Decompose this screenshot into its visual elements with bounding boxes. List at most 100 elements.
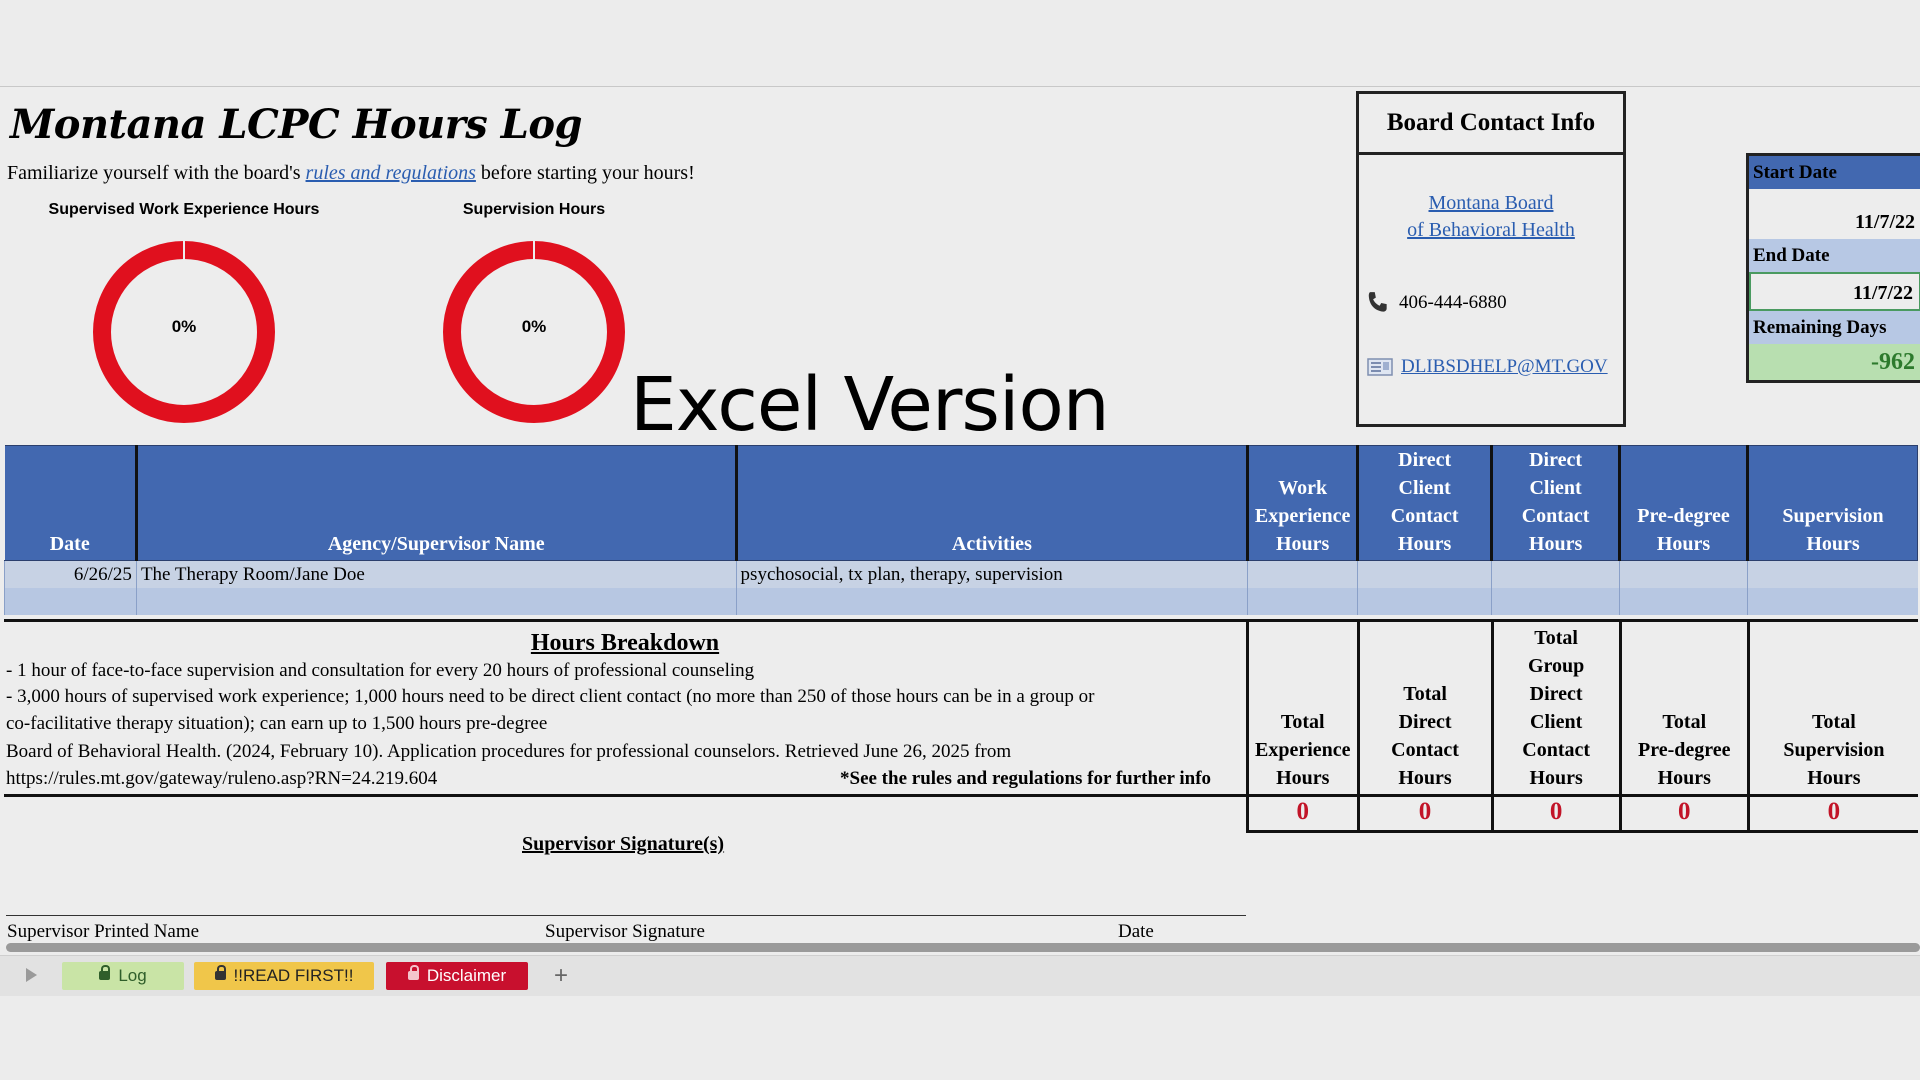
total-header-line: Direct xyxy=(1398,711,1452,733)
column-header[interactable]: Pre-degree Hours xyxy=(1618,445,1748,561)
breakdown-title: Hours Breakdown xyxy=(530,630,720,656)
table-row xyxy=(4,588,1918,615)
email-link[interactable]: DLIBSDHELP@MT.GOV xyxy=(1401,356,1608,378)
table-cell[interactable] xyxy=(1747,588,1918,615)
column-header[interactable]: Agency/Supervisor Name xyxy=(134,445,737,561)
table-cell[interactable] xyxy=(1357,560,1492,588)
intro-before: Familiarize yourself with the board's xyxy=(7,162,306,184)
total-header-text: Total Experience Hours xyxy=(1255,708,1351,792)
total-header-text: Total Pre-degree Hours xyxy=(1638,708,1731,792)
breakdown-line-1: - 1 hour of face-to-face supervision and… xyxy=(6,660,755,681)
total-value[interactable]: 0 xyxy=(1490,794,1619,830)
board-contact-box: Board Contact Info Montana Board of Beha… xyxy=(1356,91,1626,427)
page-title: Montana LCPC Hours Log xyxy=(10,101,583,148)
hours-breakdown: Hours Breakdown - 1 hour of face-to-face… xyxy=(4,619,1246,797)
start-date-value[interactable]: 11/7/22 xyxy=(1749,189,1920,239)
column-header-text: Pre-degree xyxy=(1637,505,1730,527)
table-header-row: Date Agency/Supervisor Name Activities Work… xyxy=(4,445,1918,561)
total-header-line: Hours xyxy=(1657,767,1711,789)
total-value[interactable]: 0 xyxy=(1746,794,1918,830)
phone-number: 406-444-6880 xyxy=(1399,292,1507,313)
table-cell[interactable] xyxy=(1491,560,1620,588)
supervision-hours-chart[interactable]: 0% xyxy=(439,237,629,427)
work-hours-chart[interactable]: 0% xyxy=(89,237,279,427)
column-header[interactable]: Work Experience Hours xyxy=(1246,445,1359,561)
column-header[interactable]: Supervision Hours xyxy=(1746,445,1918,561)
column-header-text: Contact xyxy=(1521,505,1590,527)
column-header-text: Activities xyxy=(951,533,1032,555)
table-cell[interactable] xyxy=(135,588,737,615)
lock-icon xyxy=(99,965,111,981)
column-header-text: Hours xyxy=(1528,533,1583,555)
table-cell[interactable] xyxy=(1619,588,1748,615)
remaining-days-value[interactable]: -962 xyxy=(1749,344,1920,380)
table-cell[interactable] xyxy=(1619,560,1748,588)
tab-read-first[interactable]: !!READ FIRST!! xyxy=(194,962,374,990)
table-cell[interactable] xyxy=(1491,588,1620,615)
column-header-text: Work xyxy=(1278,477,1328,499)
table-cell[interactable]: 6/26/25 xyxy=(4,560,137,588)
breakdown-note: *See the rules and regulations for furth… xyxy=(840,768,1212,789)
table-cell[interactable] xyxy=(735,588,1248,615)
column-header-text: Client xyxy=(1398,477,1451,499)
lock-icon xyxy=(407,965,419,981)
table-cell[interactable] xyxy=(4,588,137,615)
tab-log[interactable]: Log xyxy=(62,962,184,990)
date-label: Date xyxy=(1118,921,1154,942)
tab-read-first-label: !!READ FIRST!! xyxy=(233,966,354,985)
breakdown-line-4: Board of Behavioral Health. (2024, Febru… xyxy=(6,741,1012,762)
lock-icon xyxy=(214,965,226,981)
table-body: 6/26/25 The Therapy Room/Jane Doe psychoso… xyxy=(4,560,1918,615)
supervision-chart-title: Supervision Hours xyxy=(462,201,606,218)
breakdown-line-2: - 3,000 hours of supervised work experie… xyxy=(6,686,1095,707)
column-header[interactable]: Date xyxy=(4,445,137,561)
signature-label: Supervisor Signature xyxy=(545,921,705,942)
total-header-line: Total xyxy=(1280,711,1325,733)
total-value[interactable]: 0 xyxy=(1356,794,1491,830)
board-link-line2[interactable]: of Behavioral Health xyxy=(1407,219,1575,241)
table-cell[interactable] xyxy=(1247,588,1358,615)
total-header-line: Hours xyxy=(1276,767,1330,789)
total-value[interactable]: 0 xyxy=(1246,794,1357,830)
total-header-cell: Total Pre-degree Hours xyxy=(1618,622,1747,794)
add-sheet-button[interactable]: + xyxy=(546,962,576,990)
column-header[interactable]: Activities xyxy=(734,445,1249,561)
horizontal-scrollbar[interactable] xyxy=(6,943,1920,952)
total-header-line: Hours xyxy=(1398,767,1452,789)
table-cell[interactable]: psychosocial, tx plan, therapy, supervis… xyxy=(735,560,1248,588)
table-cell[interactable] xyxy=(1247,560,1358,588)
board-email: DLIBSDHELP@MT.GOV xyxy=(1367,356,1608,378)
column-header-text: Experience xyxy=(1254,505,1351,527)
breakdown-line-3: co-facilitative therapy situation); can … xyxy=(6,713,548,734)
total-header-line: Total xyxy=(1534,627,1578,649)
total-header-cell: Total Supervision Hours xyxy=(1746,622,1918,794)
remaining-days-label: Remaining Days xyxy=(1749,311,1920,344)
column-header[interactable]: Direct Client Contact Hours xyxy=(1356,445,1493,561)
end-date-value[interactable]: 11/7/22 xyxy=(1749,272,1920,311)
column-header-text: Hours xyxy=(1397,533,1452,555)
excel-version-label: Excel Version xyxy=(630,362,1110,448)
table-cell[interactable] xyxy=(1357,588,1492,615)
rules-link[interactable]: rules and regulations xyxy=(306,162,476,184)
column-header-text: Direct xyxy=(1398,449,1452,471)
total-header-line: Client xyxy=(1530,711,1583,733)
play-icon[interactable] xyxy=(26,968,37,982)
total-header-text: Total Group Direct Client Contact Hours xyxy=(1522,624,1590,792)
column-header-text: Hours xyxy=(1806,533,1860,555)
table-cell[interactable]: The Therapy Room/Jane Doe xyxy=(135,560,737,588)
tab-disclaimer[interactable]: Disclaimer xyxy=(386,962,528,990)
total-header-line: Contact xyxy=(1522,739,1591,761)
totals-values: 00000 xyxy=(1246,794,1918,833)
sheet-tab-bar: Log !!READ FIRST!! Disclaimer + xyxy=(0,955,1920,996)
board-link-line1[interactable]: Montana Board xyxy=(1429,192,1554,214)
total-value[interactable]: 0 xyxy=(1618,794,1747,830)
column-header[interactable]: Direct Client Contact Hours xyxy=(1490,445,1621,561)
table-cell[interactable] xyxy=(1747,560,1918,588)
tab-disclaimer-label: Disclaimer xyxy=(426,966,507,985)
column-header-text: Hours xyxy=(1656,533,1711,555)
total-header-line: Hours xyxy=(1529,767,1583,789)
total-header-line: Total xyxy=(1662,711,1707,733)
total-header-text: Total Supervision Hours xyxy=(1783,708,1884,792)
total-header-line: Total xyxy=(1403,683,1447,705)
spreadsheet-area[interactable]: Montana LCPC Hours Log Familiarize yours… xyxy=(0,86,1920,952)
